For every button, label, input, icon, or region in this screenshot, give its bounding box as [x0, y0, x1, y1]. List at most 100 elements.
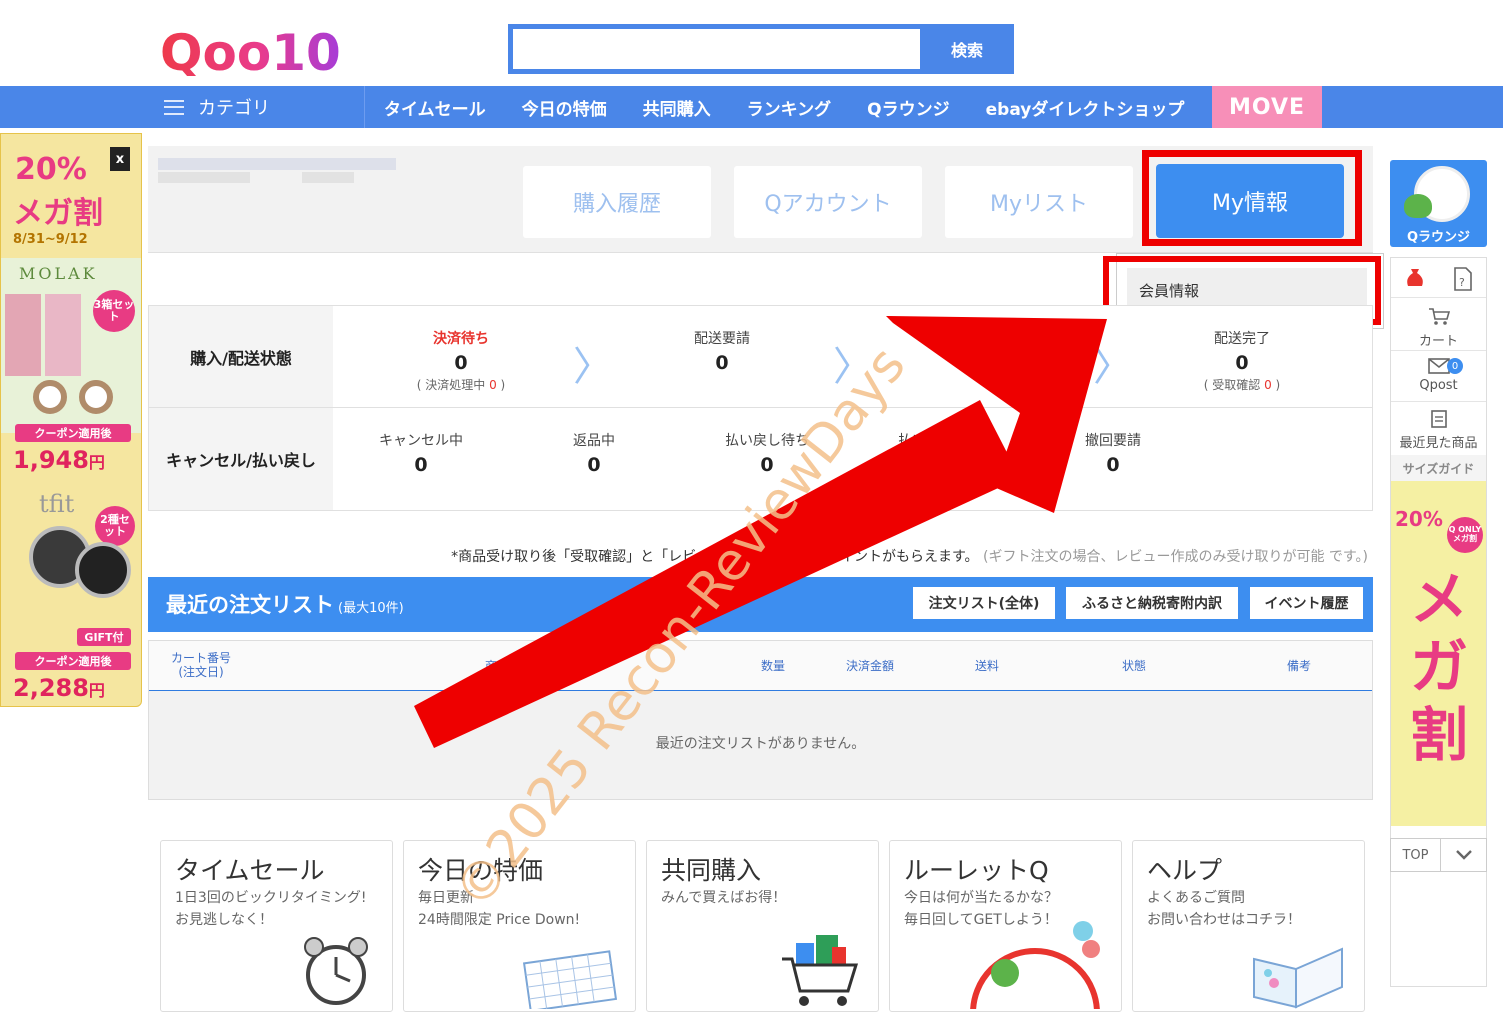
recent-orders-header: 最近の注文リスト (最大10件) 注文リスト(全体) ふるさと納税寄附内訳 イベン…	[148, 577, 1373, 632]
qoo10-logo[interactable]: Qoo10	[160, 24, 350, 82]
shopping-cart-icon	[782, 935, 859, 1006]
purchase-status-label: 購入/配送状態	[149, 306, 333, 407]
nav-time-sale[interactable]: タイムセール	[366, 95, 504, 120]
banner-title: メガ割	[13, 196, 103, 231]
status-refund-pending[interactable]: 払い戻し待ち 0	[667, 430, 867, 475]
set-badge: 3箱セット	[93, 290, 135, 332]
recent-orders-title: 最近の注文リスト (最大10件)	[166, 593, 404, 617]
right-mega-sale-banner[interactable]: 20% Q ONLY メガ割 メガ割	[1391, 481, 1486, 826]
qpost-button[interactable]: Qpost	[1391, 358, 1486, 393]
blurred-user-info	[302, 172, 354, 183]
banner-close-button[interactable]: x	[110, 147, 130, 171]
card-group-buy[interactable]: 共同購入 みんで買えばお得！	[646, 840, 879, 1012]
all-orders-button[interactable]: 注文リスト(全体)	[913, 587, 1055, 619]
furusato-donation-button[interactable]: ふるさと納税寄附内訳	[1066, 587, 1238, 619]
main-nav: カテゴリ タイムセール 今日の特価 共同購入 ランキング Qラウンジ ebayダ…	[0, 86, 1503, 128]
chevron-down-icon[interactable]	[1441, 839, 1486, 871]
nav-group-buy[interactable]: 共同購入	[625, 95, 729, 120]
col-product: 商品情報	[485, 659, 534, 673]
product-box-image	[5, 294, 41, 376]
search-button[interactable]: 検索	[920, 24, 1014, 74]
frog-mascot-icon	[1404, 194, 1432, 218]
status-delivered[interactable]: 配送完了 0 ( 受取確認 0 )	[1142, 328, 1342, 393]
nav-q-lounge[interactable]: Qラウンジ	[849, 95, 967, 120]
cancel-status-row: キャンセル/払い戻し キャンセル中 0 返品中 0 払い戻し待ち 0 払い戻し完…	[149, 408, 1372, 510]
blurred-user-info	[158, 172, 250, 183]
molak-product: MOLAK 3箱セット	[1, 258, 141, 433]
tfit-brand: tfit	[39, 490, 75, 518]
roulette-wheel-icon	[970, 921, 1100, 1009]
chevron-right-icon: 〉	[573, 344, 613, 390]
tab-purchase-history[interactable]: 購入履歴	[523, 166, 711, 238]
empty-orders-message: 最近の注文リストがありません。	[655, 736, 866, 752]
question-doc-icon[interactable]: ?	[1451, 266, 1475, 292]
status-returning[interactable]: 返品中 0	[494, 430, 694, 475]
banner-dates: 8/31~9/12	[13, 232, 88, 247]
alarm-clock-icon	[304, 937, 368, 1005]
category-menu-button[interactable]: カテゴリ	[150, 86, 365, 128]
money-bag-icon[interactable]	[1403, 266, 1427, 290]
nav-move[interactable]: MOVE	[1212, 86, 1322, 128]
recently-viewed-button[interactable]: 最近見た商品	[1391, 408, 1486, 451]
chevron-right-icon: 〉	[1093, 344, 1133, 390]
cancel-status-label: キャンセル/払い戻し	[149, 408, 333, 510]
gift-badge: GIFT付	[77, 628, 131, 646]
contact-lens-image	[33, 380, 67, 414]
hamburger-icon	[164, 99, 184, 115]
status-shipping[interactable]: 配送中 0	[882, 328, 1082, 373]
logo-text: Qoo10	[160, 26, 341, 76]
product-box-image	[45, 294, 81, 376]
contact-lens-image	[79, 380, 113, 414]
review-points-notice: *商品受け取り後「受取確認」と「レビュー作成」で最大20ポイントがもらえます。 …	[451, 549, 1368, 565]
orders-table-header: カート番号 (注文日) 商品情報 数量 決済金額 送料 状態 備考	[149, 641, 1372, 691]
tab-my-list[interactable]: Myリスト	[945, 166, 1133, 238]
cart-button[interactable]: カート	[1391, 306, 1486, 349]
chevron-right-icon: 〉	[833, 344, 873, 390]
nav-ranking[interactable]: ランキング	[729, 95, 850, 120]
tab-q-account[interactable]: Qアカウント	[734, 166, 922, 238]
svg-text:?: ?	[1459, 276, 1465, 289]
status-withdraw-request[interactable]: 撤回要請 0	[1013, 430, 1213, 475]
col-cart-number: カート番号 (注文日)	[171, 651, 232, 680]
left-promo-banner[interactable]: x 20% メガ割 8/31~9/12 MOLAK 3箱セット クーポン適用後 …	[0, 133, 142, 707]
search-input[interactable]	[513, 29, 920, 69]
event-history-button[interactable]: イベント履歴	[1250, 587, 1363, 619]
price-1: 1,948円	[13, 446, 105, 474]
card-help[interactable]: ヘルプ よくあるご質問 お問い合わせはコチラ！	[1132, 840, 1365, 1012]
order-status-table: 購入/配送状態 決済待ち 0 ( 決済処理中 0 ) 〉 配送要請 0 〉 配送…	[148, 305, 1373, 511]
status-refund-complete[interactable]: 払い戻し完了 0	[840, 430, 1040, 475]
col-shipping: 送料	[975, 659, 1000, 673]
col-quantity: 数量	[761, 659, 786, 673]
col-status: 状態	[1122, 659, 1147, 673]
blurred-user-info	[158, 158, 396, 170]
scroll-top-button[interactable]: TOP	[1390, 838, 1487, 872]
quick-menu-panel: ? カート Qpost 0 最近見た商品 サイズガイド 20% Q ONLY メ…	[1390, 257, 1487, 987]
molak-brand: MOLAK	[19, 264, 98, 283]
nav-ebay-shop[interactable]: ebayダイレクトショップ	[968, 95, 1203, 120]
open-book-icon	[1253, 947, 1343, 1009]
set-badge: 2種セット	[95, 506, 135, 546]
status-cancelling[interactable]: キャンセル中 0	[321, 430, 521, 475]
q-lounge-button[interactable]: Qラウンジ	[1390, 160, 1487, 247]
size-guide-button[interactable]: サイズガイド	[1391, 455, 1486, 481]
qoo10-logo-mark: Qoo10	[160, 24, 341, 82]
search-bar: 検索	[508, 24, 1014, 74]
category-label: カテゴリ	[198, 98, 270, 119]
cart-icon	[1428, 308, 1450, 325]
card-roulette[interactable]: ルーレットQ 今日は何が当たるかな？ 毎日回してGETしよう！	[889, 840, 1122, 1012]
nav-todays-deal[interactable]: 今日の特価	[504, 95, 625, 120]
price-2: 2,288円	[13, 674, 105, 702]
status-shipping-request[interactable]: 配送要請 0	[622, 328, 822, 373]
col-note: 備考	[1287, 659, 1312, 673]
card-time-sale[interactable]: タイムセール 1日3回のビックリタイミング! お見逃しなく！	[160, 840, 393, 1012]
clipboard-icon	[1430, 410, 1447, 428]
banner-discount: 20%	[15, 152, 87, 187]
coupon-label: クーポン適用後	[15, 652, 131, 670]
qpost-count-badge: 0	[1447, 358, 1463, 374]
card-todays-deal[interactable]: 今日の特価 毎日更新 24時間限定 Price Down!	[403, 840, 636, 1012]
recent-orders-table: カート番号 (注文日) 商品情報 数量 決済金額 送料 状態 備考 最近の注文リ…	[148, 640, 1373, 800]
q-only-badge: Q ONLY メガ割	[1447, 517, 1483, 553]
status-awaiting-payment[interactable]: 決済待ち 0 ( 決済処理中 0 )	[361, 328, 561, 393]
calendar-icon	[523, 950, 618, 1009]
col-amount: 決済金額	[846, 659, 895, 673]
